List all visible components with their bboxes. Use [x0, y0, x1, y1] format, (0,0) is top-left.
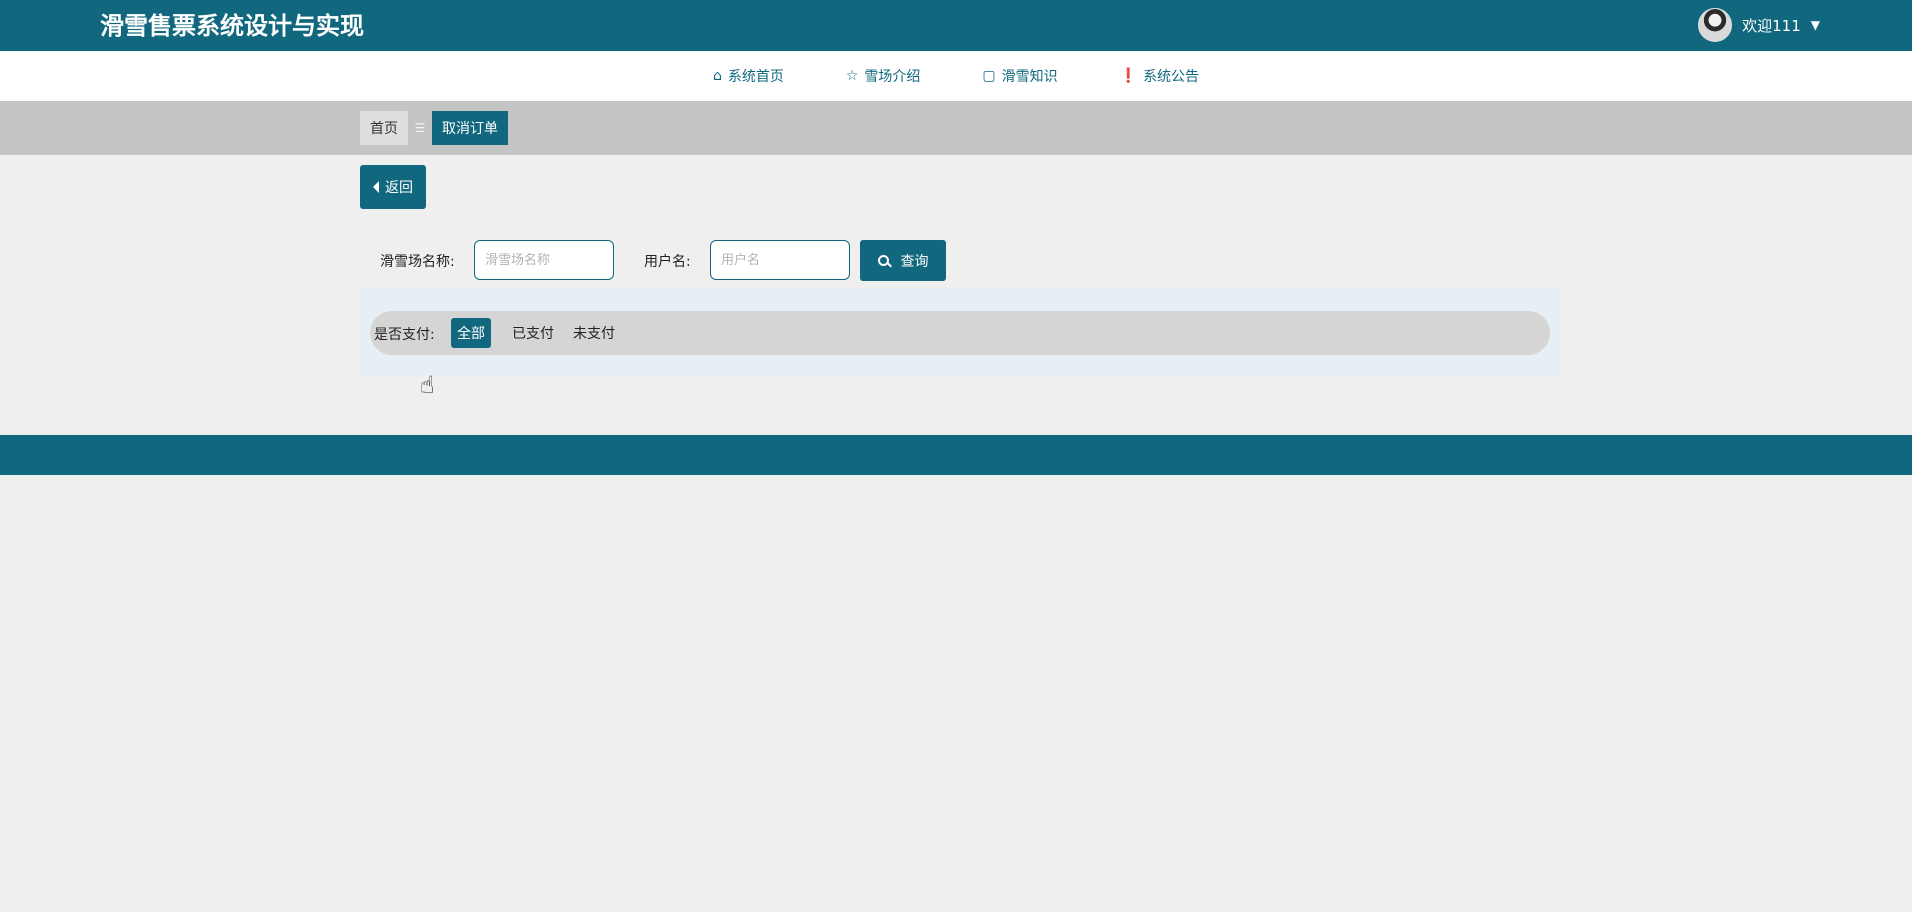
site-title: 滑雪售票系统设计与实现 — [100, 12, 364, 40]
breadcrumb-band: 首页 ☰ 取消订单 — [0, 101, 1912, 155]
nav-item-announcements[interactable]: ❗ 系统公告 — [1120, 66, 1199, 86]
main-navigation: ⌂ 系统首页 ☆ 雪场介绍 ▢ 滑雪知识 ❗ 系统公告 — [0, 51, 1912, 101]
breadcrumb-home[interactable]: 首页 — [360, 111, 408, 145]
star-icon: ☆ — [845, 68, 859, 84]
avatar[interactable] — [1698, 8, 1733, 42]
footer-bar — [0, 435, 1912, 475]
breadcrumb-current: 取消订单 — [432, 111, 508, 145]
back-button-label: 返回 — [385, 180, 413, 196]
chevron-down-icon[interactable]: ▼ — [1811, 18, 1820, 32]
caret-left-icon — [373, 181, 379, 193]
payment-filter: 是否支付: 全部 已支付 未支付 — [370, 311, 1550, 355]
back-button[interactable]: 返回 — [360, 165, 426, 209]
welcome-text: 欢迎111 — [1742, 16, 1801, 35]
menu-icon: ☰ — [414, 121, 426, 135]
query-button[interactable]: 查询 — [860, 240, 946, 281]
nav-item-home[interactable]: ⌂ 系统首页 — [713, 66, 784, 86]
search-icon — [877, 255, 889, 266]
nav-item-label: 系统公告 — [1143, 69, 1200, 85]
filter-option-all[interactable]: 全部 — [451, 318, 491, 348]
top-header: 滑雪售票系统设计与实现 欢迎111 ▼ — [0, 0, 1912, 51]
nav-item-resorts[interactable]: ☆ 雪场介绍 — [846, 66, 921, 86]
pointer-hand-icon: ☝ — [420, 371, 435, 399]
breadcrumb: 首页 ☰ 取消订单 — [360, 111, 508, 145]
alert-icon: ❗ — [1119, 68, 1138, 84]
filter-option-unpaid[interactable]: 未支付 — [567, 318, 621, 348]
username-input[interactable] — [710, 240, 850, 280]
nav-item-knowledge[interactable]: ▢ 滑雪知识 — [982, 66, 1057, 86]
resort-name-label: 滑雪场名称: — [380, 254, 455, 270]
bag-icon: ▢ — [982, 68, 996, 84]
filter-option-paid[interactable]: 已支付 — [506, 318, 560, 348]
user-menu[interactable]: 欢迎111 ▼ — [1698, 8, 1820, 42]
nav-item-label: 系统首页 — [727, 69, 784, 85]
resort-name-input[interactable] — [474, 240, 614, 280]
home-icon: ⌂ — [712, 68, 722, 84]
payment-filter-label: 是否支付: — [374, 327, 435, 343]
nav-item-label: 滑雪知识 — [1001, 69, 1058, 85]
nav-item-label: 雪场介绍 — [864, 69, 921, 85]
query-button-label: 查询 — [900, 253, 929, 270]
username-label: 用户名: — [644, 254, 691, 270]
filter-panel: 是否支付: 全部 已支付 未支付 — [360, 289, 1560, 376]
